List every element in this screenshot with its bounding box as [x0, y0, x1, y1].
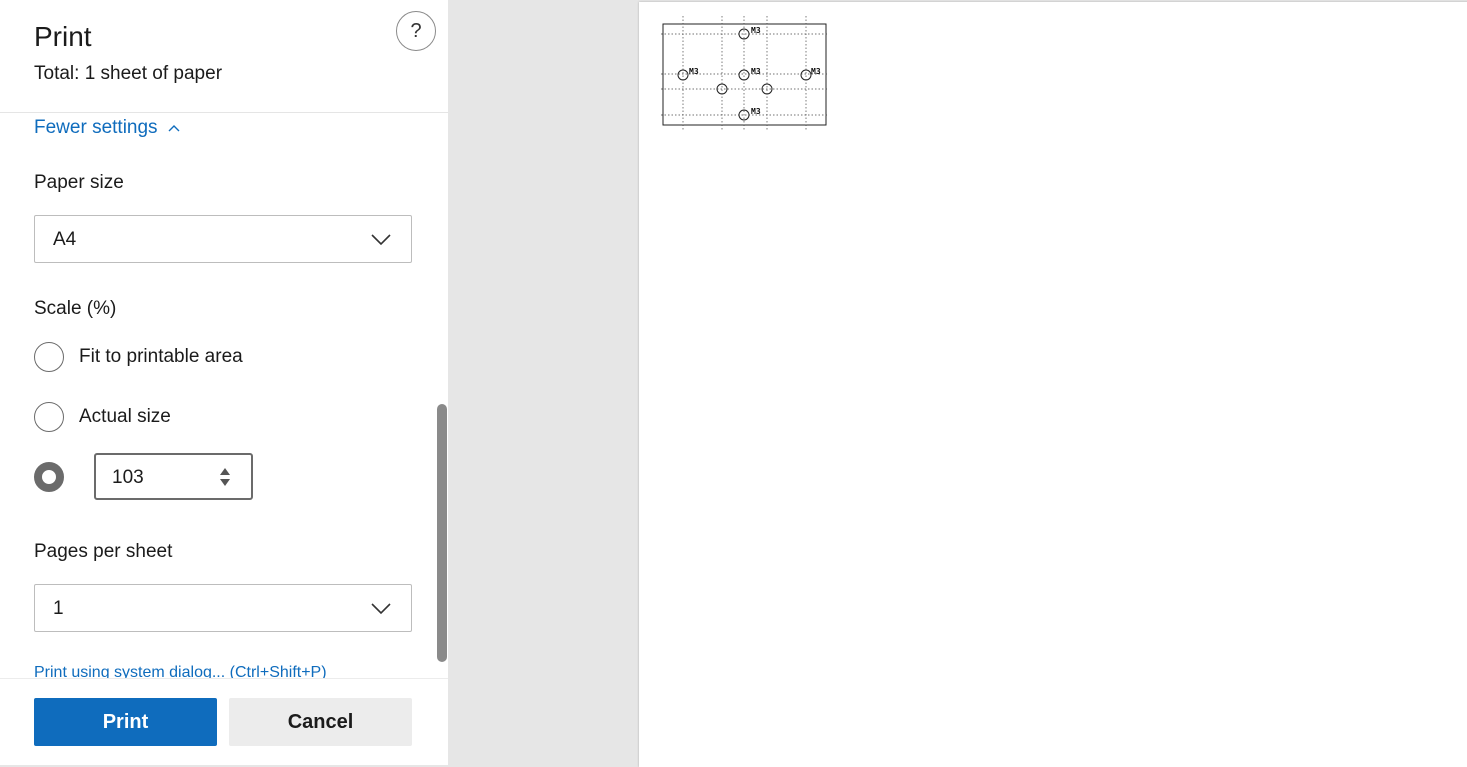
scale-custom-option[interactable] [34, 461, 64, 493]
dialog-footer: Print Cancel [0, 678, 448, 765]
hole-label-left: M3 [689, 67, 699, 76]
paper-size-label: Paper size [34, 172, 124, 193]
hole-label-top: M3 [751, 26, 761, 35]
hole-right [800, 69, 812, 81]
radio-fit-to-printable[interactable] [34, 342, 64, 372]
scale-value: 103 [112, 467, 144, 488]
print-preview-area: M3 M3 M3 M3 M3 [448, 0, 1467, 767]
radio-actual-size[interactable] [34, 402, 64, 432]
settings-scrollbar[interactable] [437, 404, 447, 662]
paper-size-value: A4 [53, 229, 77, 250]
print-header: Print Total: 1 sheet of paper ? [0, 0, 448, 113]
scale-fit-label: Fit to printable area [79, 346, 243, 367]
preview-page: M3 M3 M3 M3 M3 [639, 2, 1467, 767]
question-icon: ? [410, 19, 422, 42]
drawing-preview: M3 M3 M3 M3 M3 [661, 16, 829, 130]
print-button[interactable]: Print [34, 698, 217, 746]
radio-custom-scale[interactable] [34, 462, 64, 492]
page-title: Print [34, 21, 92, 52]
fewer-settings-label: Fewer settings [34, 117, 158, 138]
hole-label-center: M3 [751, 67, 761, 76]
chevron-down-icon [371, 602, 391, 616]
help-button[interactable]: ? [396, 11, 436, 51]
scale-actual-option[interactable]: Actual size [34, 401, 171, 433]
hole-center [738, 69, 750, 81]
spinner-arrows-icon[interactable] [219, 465, 231, 489]
sheet-count: Total: 1 sheet of paper [34, 63, 223, 84]
scale-fit-option[interactable]: Fit to printable area [34, 341, 243, 373]
chevron-up-icon [168, 122, 180, 134]
print-settings-panel: Print Total: 1 sheet of paper ? Fewer se… [0, 0, 448, 765]
pages-per-sheet-label: Pages per sheet [34, 541, 173, 562]
scale-label: Scale (%) [34, 298, 117, 319]
pages-per-sheet-select[interactable]: 1 [34, 584, 412, 632]
hole-label-bottom: M3 [751, 107, 761, 116]
fewer-settings-link[interactable]: Fewer settings [34, 117, 180, 139]
chevron-down-icon [371, 233, 391, 247]
paper-size-select[interactable]: A4 [34, 215, 412, 263]
cancel-button[interactable]: Cancel [229, 698, 412, 746]
pages-per-sheet-value: 1 [53, 598, 64, 619]
scale-value-input[interactable]: 103 [94, 453, 253, 500]
hole-label-right: M3 [811, 67, 821, 76]
hole-left [677, 69, 689, 81]
scale-actual-label: Actual size [79, 406, 171, 427]
